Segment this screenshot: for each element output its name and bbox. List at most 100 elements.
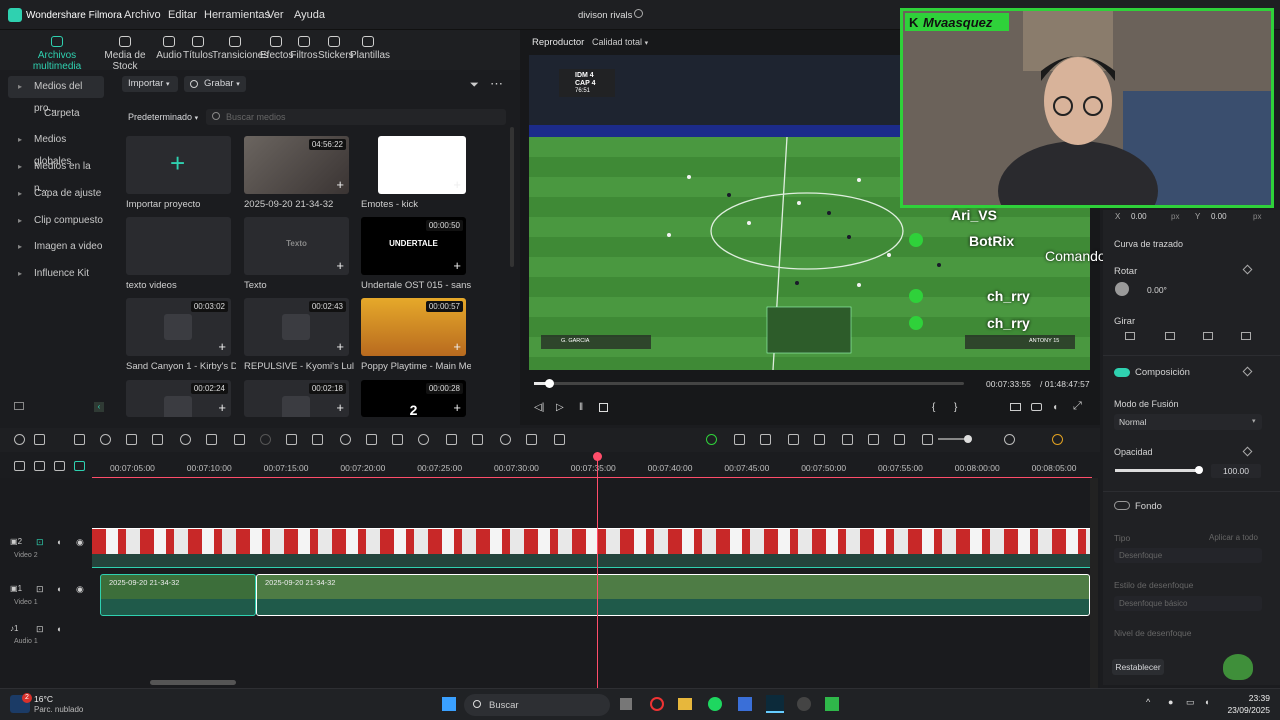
media-scrollbar[interactable] <box>510 127 514 267</box>
layout-icon[interactable] <box>1052 434 1063 445</box>
background-toggle[interactable] <box>1114 501 1130 510</box>
add-to-timeline-icon[interactable]: + <box>453 259 461 272</box>
filmora-taskbar-icon[interactable] <box>766 695 784 713</box>
delete-icon[interactable] <box>126 434 137 445</box>
video-clip-selected[interactable]: 2025-09-20 21-34-32 <box>256 574 1090 616</box>
voice-icon[interactable] <box>734 434 745 445</box>
tab-filters[interactable]: Filtros <box>290 36 318 61</box>
media-item[interactable]: 00:02:24 + <box>126 380 231 417</box>
media-item[interactable]: + <box>126 136 231 194</box>
edit-icon[interactable] <box>366 434 377 445</box>
prev-frame-icon[interactable]: ◁| <box>534 402 544 413</box>
sidebar-item[interactable]: ▸ Clip compuesto <box>8 210 104 232</box>
blur-type-select[interactable]: Desenfoque <box>1114 548 1262 563</box>
lock-icon[interactable]: ⊡ <box>36 537 44 548</box>
app-icon[interactable] <box>825 697 839 711</box>
keyframe-icon[interactable] <box>1242 366 1253 377</box>
mark-out-icon[interactable]: } <box>954 402 957 413</box>
color-icon[interactable] <box>312 434 323 445</box>
blur-style-select[interactable]: Desenfoque básico <box>1114 596 1262 611</box>
add-to-timeline-icon[interactable]: + <box>453 401 461 414</box>
zoom-knob[interactable] <box>964 435 972 443</box>
folder-icon[interactable] <box>678 698 692 710</box>
filter-icon[interactable]: ⏷ <box>470 79 479 92</box>
ai-icon[interactable] <box>340 434 351 445</box>
zoom-in-icon[interactable] <box>1004 434 1015 445</box>
tab-audio[interactable]: Audio <box>152 36 186 61</box>
search-input[interactable]: Buscar medios <box>206 109 506 125</box>
quality-dropdown[interactable]: Calidad total ▾ <box>592 37 648 47</box>
clip-overlay-lower[interactable] <box>92 554 1090 568</box>
add-to-timeline-icon[interactable]: + <box>453 340 461 353</box>
sidebar-item[interactable]: ▸ Influence Kit <box>8 263 104 285</box>
add-track-icon[interactable] <box>14 434 25 445</box>
link-track-icon[interactable] <box>34 461 45 471</box>
media-item[interactable]: 00:02:43 + <box>244 298 349 356</box>
spotify-icon[interactable] <box>708 697 722 711</box>
mic-icon[interactable] <box>814 434 825 445</box>
redo-icon[interactable] <box>100 434 111 445</box>
menu-herramientas[interactable]: Herramientas <box>204 9 270 21</box>
media-item[interactable]: + <box>378 136 466 194</box>
reset-button[interactable]: Restablecer <box>1112 659 1164 675</box>
y-input[interactable]: 0.00 <box>1211 212 1227 221</box>
mark-in-icon[interactable]: { <box>932 402 935 413</box>
mute-icon[interactable]: ◖ <box>56 624 61 634</box>
timeline-playhead[interactable] <box>597 452 598 688</box>
playhead-handle[interactable] <box>593 452 602 461</box>
media-item[interactable]: 00:02:18 + <box>244 380 349 417</box>
menu-archivo[interactable]: Archivo <box>124 9 161 21</box>
tab-templates[interactable]: Plantillas <box>350 36 390 61</box>
select-tool-icon[interactable] <box>34 434 45 445</box>
lock-icon[interactable]: ⊡ <box>36 624 44 635</box>
sidebar-item[interactable]: ▸ Capa de ajuste <box>8 183 104 205</box>
timer-icon[interactable] <box>392 434 403 445</box>
tab-transitions[interactable]: Transiciones <box>212 36 268 61</box>
split-icon[interactable] <box>152 434 163 445</box>
sidebar-item[interactable]: Carpeta <box>8 103 104 125</box>
store-icon[interactable] <box>738 697 752 711</box>
rotate-right-icon[interactable] <box>1241 332 1251 340</box>
media-item[interactable]: 00:00:57 + <box>361 298 466 356</box>
media-item[interactable]: UNDERTALE 00:00:50 + <box>361 217 466 275</box>
opacity-slider[interactable] <box>1115 466 1203 474</box>
tab-effects[interactable]: Efectos <box>260 36 293 61</box>
eye-icon[interactable]: ◉ <box>76 537 84 548</box>
more-icon[interactable]: ⋯ <box>490 76 503 92</box>
menu-ver[interactable]: Ver <box>267 9 284 21</box>
split-view-icon[interactable] <box>54 461 65 471</box>
apply-all-button[interactable]: Aplicar a todo <box>1209 533 1258 542</box>
tab-titles[interactable]: Títulos <box>182 36 214 61</box>
clock-time[interactable]: 23:39 <box>1228 693 1270 703</box>
volume-icon[interactable]: ◖ <box>1052 402 1058 413</box>
fullscreen-icon[interactable]: ⤢ <box>1073 400 1082 413</box>
tab-stock[interactable]: Media de Stock <box>96 36 154 72</box>
crop-icon[interactable] <box>180 434 191 445</box>
taskbar-search[interactable]: Buscar <box>464 694 610 716</box>
opera-icon[interactable] <box>650 697 664 711</box>
menu-editar[interactable]: Editar <box>168 9 197 21</box>
speed-icon[interactable] <box>286 434 297 445</box>
sort-dropdown[interactable]: Predeterminado ▾ <box>128 112 198 122</box>
keyframe-icon[interactable] <box>1242 264 1253 275</box>
menu-ayuda[interactable]: Ayuda <box>294 9 325 21</box>
task-view-icon[interactable] <box>620 698 632 710</box>
display-icon[interactable] <box>1010 403 1021 411</box>
clip-overlay-banner[interactable] <box>92 528 1090 554</box>
new-folder-icon[interactable] <box>14 402 24 410</box>
mask-icon[interactable] <box>260 434 271 445</box>
markers-icon[interactable] <box>894 434 905 445</box>
undo-icon[interactable] <box>74 434 85 445</box>
record-vo-icon[interactable] <box>760 434 771 445</box>
pause-icon[interactable]: ‖ <box>579 402 583 413</box>
link-icon[interactable] <box>554 434 565 445</box>
timeline-scrollbar-v[interactable] <box>1090 478 1098 688</box>
group-icon[interactable] <box>500 434 511 445</box>
media-item[interactable] <box>126 217 231 275</box>
sidebar-item[interactable]: ▸ Medios en la n... <box>8 156 104 194</box>
composition-toggle[interactable] <box>1114 368 1130 377</box>
video-clip[interactable]: 2025-09-20 21-34-32 <box>100 574 256 616</box>
effect-icon[interactable] <box>472 434 483 445</box>
tab-stickers[interactable]: Stickers <box>318 36 354 61</box>
mute-icon[interactable]: ◖ <box>56 537 61 547</box>
